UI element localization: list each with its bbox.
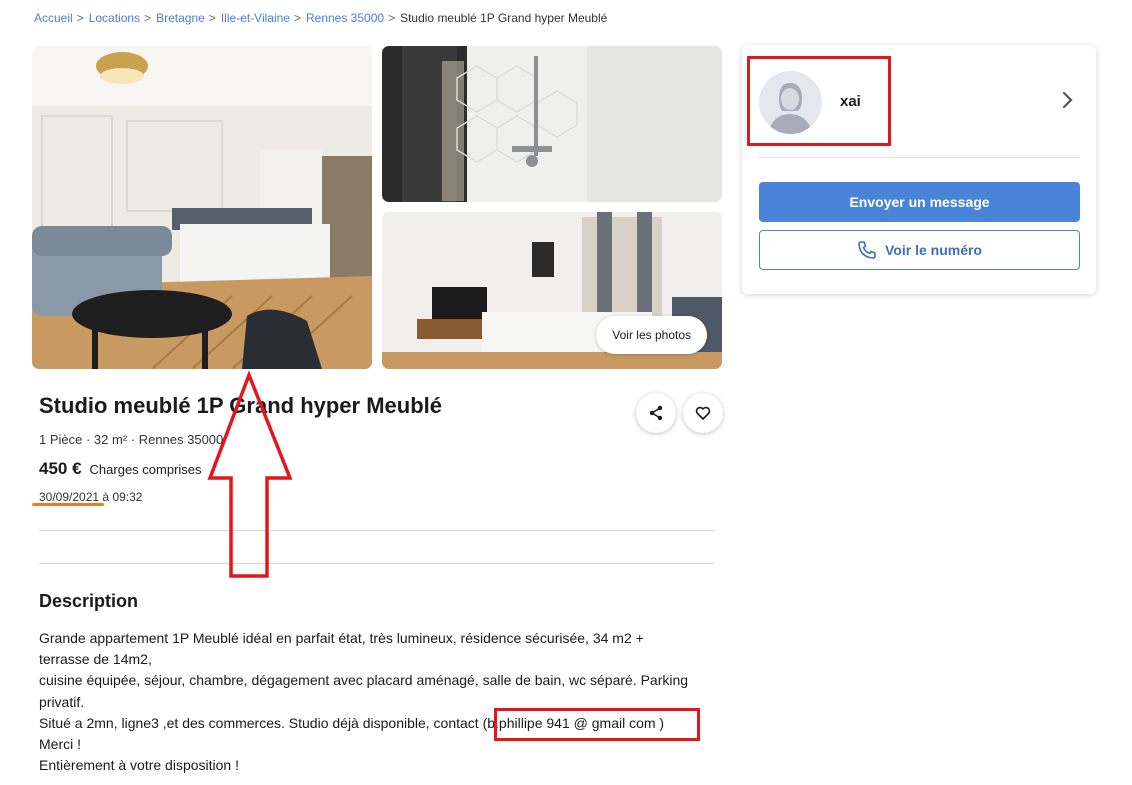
time-value: 09:32 bbox=[112, 490, 143, 504]
listing-price: 450 € bbox=[39, 459, 82, 478]
date-annotation-underline bbox=[32, 503, 104, 506]
breadcrumb-separator: > bbox=[76, 11, 84, 25]
breadcrumb-rennes[interactable]: Rennes 35000 bbox=[306, 11, 384, 25]
heart-icon bbox=[695, 406, 711, 420]
time-prefix: à bbox=[102, 490, 110, 504]
breadcrumb: Accueil > Locations > Bretagne > Ille-et-Vi… bbox=[34, 11, 607, 25]
seller-profile-link[interactable] bbox=[1062, 91, 1074, 114]
charges-label: Charges comprises bbox=[89, 462, 202, 477]
bedroom-photo[interactable]: Voir les photos bbox=[382, 212, 722, 369]
shower-photo[interactable] bbox=[382, 46, 722, 202]
chevron-right-icon bbox=[1062, 91, 1073, 109]
send-message-button[interactable]: Envoyer un message bbox=[759, 182, 1080, 222]
description-line: Grande appartement 1P Meublé idéal en pa… bbox=[39, 630, 644, 646]
photo-gallery: Voir les photos bbox=[32, 46, 722, 369]
description-line: terrasse de 14m2, bbox=[39, 651, 152, 668]
price-row: 450 € Charges comprises bbox=[39, 459, 202, 479]
description-heading: Description bbox=[39, 591, 139, 611]
description-body: Grande appartement 1P Meublé idéal en pa… bbox=[39, 628, 719, 776]
arrow-annotation-icon bbox=[207, 371, 293, 578]
breadcrumb-accueil[interactable]: Accueil bbox=[34, 11, 73, 25]
breadcrumb-bretagne[interactable]: Bretagne bbox=[156, 11, 205, 25]
main-photo[interactable] bbox=[32, 46, 372, 369]
card-divider bbox=[758, 157, 1080, 158]
date-value: 30/09/2021 bbox=[39, 490, 100, 504]
share-icon bbox=[649, 405, 663, 421]
email-annotation-box bbox=[494, 708, 700, 741]
description-line: Entièrement à votre disposition ! bbox=[39, 757, 239, 774]
listing-subtitle: 1 Pièce · 32 m² · Rennes 35000 bbox=[39, 432, 224, 447]
breadcrumb-separator: > bbox=[388, 11, 396, 25]
description-line: cuisine équipée, séjour, chambre, dégage… bbox=[39, 672, 689, 689]
publication-date: 30/09/2021 à 09:32 bbox=[39, 490, 142, 504]
breadcrumb-current: Studio meublé 1P Grand hyper Meublé bbox=[400, 11, 608, 25]
show-number-button[interactable]: Voir le numéro bbox=[759, 230, 1080, 270]
divider bbox=[39, 563, 715, 564]
breadcrumb-separator: > bbox=[208, 11, 216, 25]
breadcrumb-separator: > bbox=[144, 11, 152, 25]
show-number-label: Voir le numéro bbox=[885, 242, 982, 258]
see-photos-button[interactable]: Voir les photos bbox=[596, 316, 707, 354]
breadcrumb-locations[interactable]: Locations bbox=[89, 11, 140, 25]
favorite-button[interactable] bbox=[683, 393, 723, 433]
breadcrumb-separator: > bbox=[293, 11, 301, 25]
divider bbox=[39, 530, 715, 531]
seller-annotation-box bbox=[747, 56, 891, 146]
share-button[interactable] bbox=[636, 393, 676, 433]
breadcrumb-ille-et-vilaine[interactable]: Ille-et-Vilaine bbox=[221, 11, 290, 25]
phone-icon bbox=[858, 241, 876, 259]
